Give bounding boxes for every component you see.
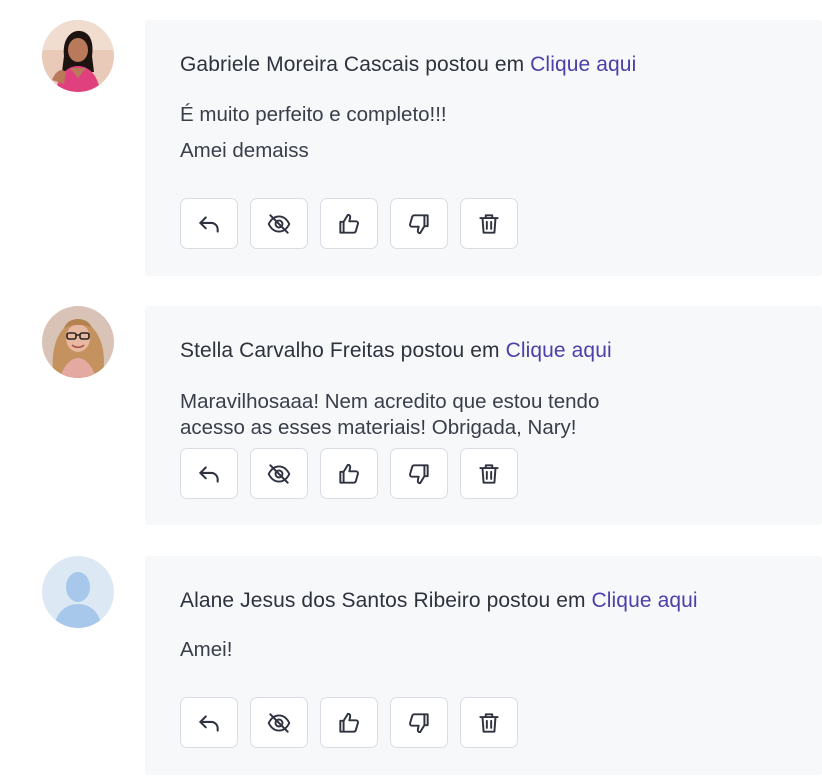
comment-body: Amei! (180, 632, 232, 668)
reply-button[interactable] (180, 198, 238, 249)
comment-actions (180, 198, 518, 249)
comment-line: Maravilhosaaa! Nem acredito que estou te… (180, 390, 600, 413)
comment-actions (180, 448, 518, 499)
post-link[interactable]: Clique aqui (530, 53, 636, 76)
avatar[interactable] (42, 20, 114, 92)
trash-icon (476, 710, 502, 736)
thumbs-down-icon (406, 710, 432, 736)
author-name: Alane Jesus dos Santos Ribeiro (180, 589, 481, 612)
thumbs-up-icon (336, 211, 362, 237)
thumbs-up-icon (336, 461, 362, 487)
post-link[interactable]: Clique aqui (506, 339, 612, 362)
comment-header: Stella Carvalho Freitas postou em Clique… (180, 339, 612, 363)
reply-button[interactable] (180, 448, 238, 499)
reply-icon (196, 710, 222, 736)
comment-card: Gabriele Moreira Cascais postou em Cliqu… (145, 20, 822, 276)
comment-body: Maravilhosaaa! Nem acredito que estou te… (180, 389, 599, 441)
trash-icon (476, 211, 502, 237)
like-button[interactable] (320, 448, 378, 499)
comment-line: É muito perfeito e completo!!! (180, 103, 447, 126)
posted-in-text: postou em (425, 53, 525, 76)
hide-icon (266, 461, 292, 487)
thumbs-up-icon (336, 710, 362, 736)
comment-header: Alane Jesus dos Santos Ribeiro postou em… (180, 589, 698, 613)
comment-header: Gabriele Moreira Cascais postou em Cliqu… (180, 53, 636, 77)
author-name: Stella Carvalho Freitas (180, 339, 395, 362)
reply-button[interactable] (180, 697, 238, 748)
comment-line: Amei! (180, 638, 233, 661)
trash-icon (476, 461, 502, 487)
delete-button[interactable] (460, 198, 518, 249)
hide-button[interactable] (250, 198, 308, 249)
delete-button[interactable] (460, 697, 518, 748)
dislike-button[interactable] (390, 198, 448, 249)
post-link[interactable]: Clique aqui (592, 589, 698, 612)
hide-button[interactable] (250, 448, 308, 499)
like-button[interactable] (320, 198, 378, 249)
delete-button[interactable] (460, 448, 518, 499)
comment-actions (180, 697, 518, 748)
reply-icon (196, 211, 222, 237)
comment-card: Alane Jesus dos Santos Ribeiro postou em… (145, 556, 822, 775)
like-button[interactable] (320, 697, 378, 748)
author-name: Gabriele Moreira Cascais (180, 53, 420, 76)
hide-icon (266, 710, 292, 736)
hide-icon (266, 211, 292, 237)
comment-body: É muito perfeito e completo!!! Amei dema… (180, 97, 447, 169)
comment-line: acesso as esses materiais! Obrigada, Nar… (180, 416, 577, 439)
avatar[interactable] (42, 556, 114, 628)
hide-button[interactable] (250, 697, 308, 748)
dislike-button[interactable] (390, 448, 448, 499)
thumbs-down-icon (406, 461, 432, 487)
thumbs-down-icon (406, 211, 432, 237)
comment-line: Amei demaiss (180, 139, 309, 162)
default-user-avatar-icon (42, 556, 114, 628)
reply-icon (196, 461, 222, 487)
posted-in-text: postou em (400, 339, 500, 362)
posted-in-text: postou em (486, 589, 586, 612)
comment-card: Stella Carvalho Freitas postou em Clique… (145, 306, 822, 525)
dislike-button[interactable] (390, 697, 448, 748)
avatar[interactable] (42, 306, 114, 378)
